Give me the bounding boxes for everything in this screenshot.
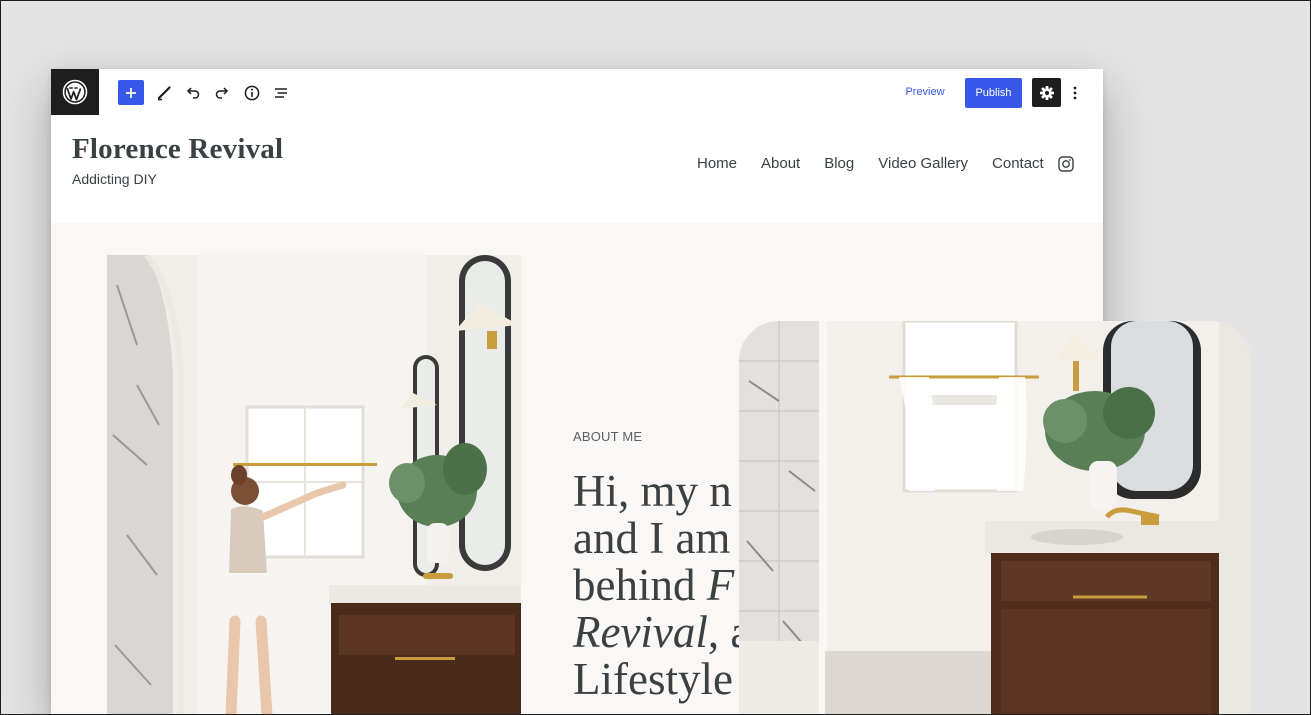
- pencil-icon: [157, 85, 171, 100]
- heading-line: and I am: [573, 513, 731, 563]
- undo-button[interactable]: [180, 80, 206, 105]
- about-heading[interactable]: Hi, my n and I am behind F Revival, a Li…: [573, 468, 750, 703]
- nav-item-about[interactable]: About: [761, 155, 800, 172]
- heading-line: behind F: [573, 562, 750, 609]
- more-vertical-icon: [1073, 86, 1077, 99]
- undo-icon: [186, 86, 200, 99]
- heading-line-text: behind: [573, 560, 696, 610]
- details-button[interactable]: [239, 80, 265, 105]
- site-title[interactable]: Florence Revival: [72, 133, 283, 166]
- nav-item-contact[interactable]: Contact: [992, 155, 1044, 172]
- heading-line: Revival, a: [573, 609, 750, 656]
- section-eyebrow: ABOUT ME: [573, 429, 643, 444]
- editor-toolbar: Preview Publish: [51, 69, 1103, 115]
- add-block-button[interactable]: [118, 80, 144, 105]
- instagram-icon[interactable]: [1058, 155, 1074, 172]
- heading-line: Hi, my n: [573, 466, 732, 516]
- bathroom-vanity-photo[interactable]: [739, 321, 1251, 715]
- list-view-icon: [275, 87, 287, 98]
- gear-icon: [1039, 85, 1054, 100]
- plus-icon: [126, 87, 136, 98]
- nav-item-blog[interactable]: Blog: [824, 155, 854, 172]
- info-icon: [244, 85, 260, 100]
- wordpress-logo-icon[interactable]: [51, 69, 99, 115]
- tools-button[interactable]: [151, 80, 177, 105]
- nav-item-home[interactable]: Home: [697, 155, 737, 172]
- redo-button[interactable]: [209, 80, 235, 105]
- nav-item-video-gallery[interactable]: Video Gallery: [878, 155, 968, 172]
- bathroom-photo-woman[interactable]: [107, 255, 521, 715]
- settings-button[interactable]: [1032, 78, 1061, 107]
- redo-icon: [215, 86, 229, 99]
- site-tagline: Addicting DIY: [72, 171, 157, 187]
- options-button[interactable]: [1067, 80, 1083, 105]
- list-view-button[interactable]: [268, 80, 294, 105]
- publish-button[interactable]: Publish: [965, 78, 1022, 108]
- site-navigation: Home About Blog Video Gallery Contact: [697, 155, 1074, 172]
- heading-line: Lifestyle: [573, 654, 733, 704]
- preview-button[interactable]: Preview: [895, 78, 955, 106]
- heading-italic: F: [706, 560, 735, 610]
- heading-italic: Revival: [573, 607, 708, 657]
